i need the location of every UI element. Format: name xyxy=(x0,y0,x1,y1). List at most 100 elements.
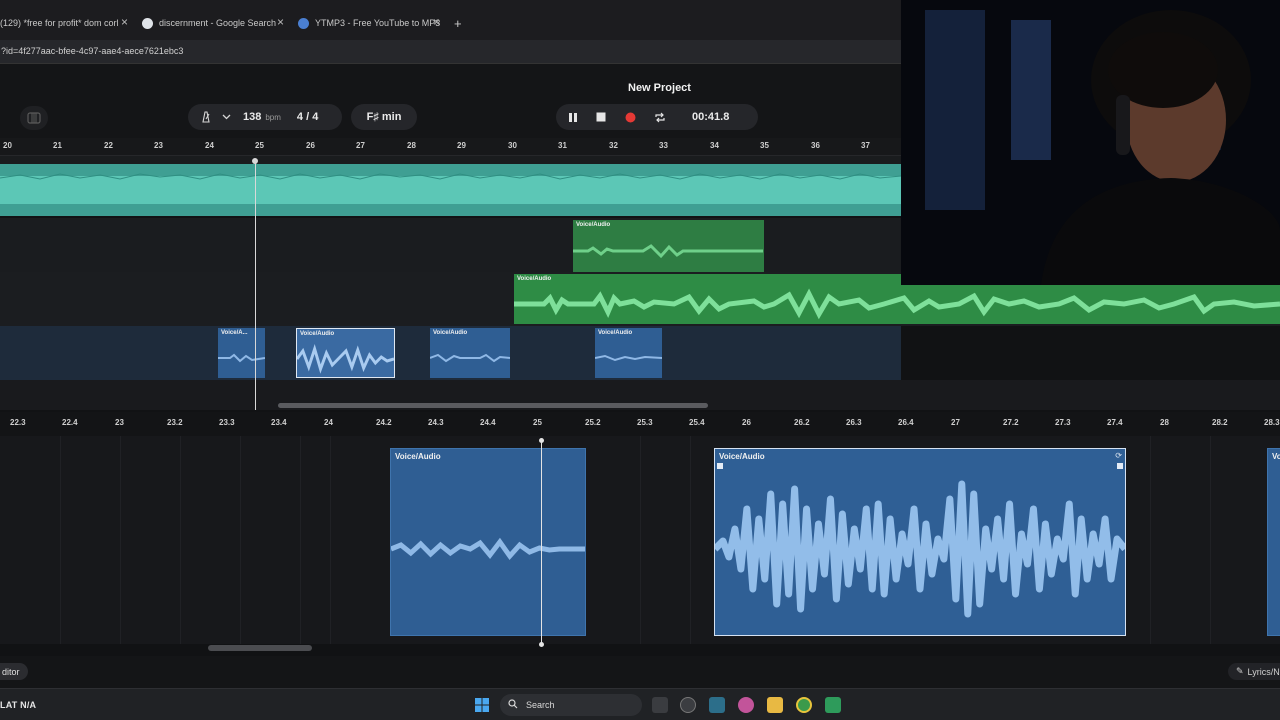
editor-scrollbar[interactable] xyxy=(208,645,312,651)
bar-number: 31 xyxy=(558,141,567,150)
gridline xyxy=(640,436,641,644)
gridline xyxy=(1210,436,1211,644)
tick-label: 27.2 xyxy=(1003,418,1019,427)
playhead-handle[interactable] xyxy=(252,158,258,164)
time-display: 00:41.8 xyxy=(692,111,730,123)
record-icon[interactable] xyxy=(625,112,636,123)
editor-ruler[interactable]: 22.3 22.4 23 23.2 23.3 23.4 24 24.2 24.3… xyxy=(0,412,1280,436)
browser-tab-bar: (129) *free for profit* dom corl × disce… xyxy=(0,0,901,40)
chrome-icon[interactable] xyxy=(796,697,812,713)
tick-label: 24.2 xyxy=(376,418,392,427)
waveform xyxy=(514,288,1280,320)
time-signature[interactable]: 4 / 4 xyxy=(297,111,318,123)
loop-icon[interactable] xyxy=(654,112,666,123)
tick-label: 23.2 xyxy=(167,418,183,427)
editor-clip[interactable]: Voice/Audio xyxy=(390,448,586,636)
vocal-clip-selected[interactable]: Voice/Audio xyxy=(296,328,395,378)
bar-number: 26 xyxy=(306,141,315,150)
tick-label: 28.3 xyxy=(1264,418,1280,427)
new-tab-button[interactable]: + xyxy=(454,12,466,34)
key-selector[interactable]: F♯ min xyxy=(351,104,417,130)
pencil-icon: ✎ xyxy=(1236,666,1244,676)
timeline-scrollbar[interactable] xyxy=(278,403,708,408)
gridline xyxy=(300,436,301,644)
gridline xyxy=(120,436,121,644)
clip-label: Voice/Audio xyxy=(576,222,611,228)
tick-label: 23 xyxy=(115,418,124,427)
webcam-overlay xyxy=(901,0,1280,285)
audio-editor[interactable]: Voice/Audio Voice/Audio ⟳ Voice/Audio xyxy=(0,436,1280,644)
piano-icon xyxy=(27,112,41,124)
tick-label: 24 xyxy=(324,418,333,427)
app-header: New Project 138 bpm 4 / 4 F♯ min 00:41.8 xyxy=(0,64,901,140)
tick-label: 24.3 xyxy=(428,418,444,427)
bar-number: 24 xyxy=(205,141,214,150)
pause-icon[interactable] xyxy=(568,112,578,123)
bar-number: 30 xyxy=(508,141,517,150)
piano-keys-button[interactable] xyxy=(20,106,48,130)
browser-tab-3[interactable]: YTMP3 - Free YouTube to MP3 × xyxy=(298,12,440,34)
track-beat xyxy=(0,156,901,216)
gridline xyxy=(1150,436,1151,644)
bpm-value[interactable]: 138 xyxy=(243,111,261,123)
clip-label: Voice/Audio xyxy=(1272,452,1280,461)
bar-number: 34 xyxy=(710,141,719,150)
bar-number: 21 xyxy=(53,141,62,150)
tick-label: 26.4 xyxy=(898,418,914,427)
bar-number: 37 xyxy=(861,141,870,150)
editor-clip-partial[interactable]: Voice/Audio xyxy=(1267,448,1280,636)
metronome-icon[interactable] xyxy=(200,111,212,123)
beat-clip[interactable] xyxy=(0,164,901,216)
search-icon xyxy=(508,699,518,711)
close-tab-icon[interactable]: × xyxy=(277,15,284,29)
timeline-ruler[interactable]: 20 21 22 23 24 25 26 27 28 29 30 31 32 3… xyxy=(0,138,901,156)
tick-label: 25.2 xyxy=(585,418,601,427)
windows-start-icon[interactable] xyxy=(474,697,490,713)
waveform xyxy=(297,344,394,374)
app-4k-icon[interactable] xyxy=(680,697,696,713)
task-view-icon[interactable] xyxy=(652,697,668,713)
person-webcam-image xyxy=(901,0,1280,285)
vocal-clip[interactable]: Voice/Audio xyxy=(595,328,662,378)
app-icon[interactable] xyxy=(825,697,841,713)
stop-icon[interactable] xyxy=(596,112,606,122)
project-title[interactable]: New Project xyxy=(628,82,691,94)
tick-label: 25.3 xyxy=(637,418,653,427)
chevron-down-icon[interactable] xyxy=(222,114,231,120)
vocal-clip[interactable]: Voice/A... xyxy=(218,328,265,378)
playhead-bottom-handle[interactable] xyxy=(539,642,544,647)
waveform xyxy=(715,480,1125,618)
clip-label: Voice/Audio xyxy=(598,330,633,336)
bar-number: 25 xyxy=(255,141,264,150)
bar-number: 20 xyxy=(3,141,12,150)
waveform xyxy=(595,354,662,362)
app-icon[interactable] xyxy=(709,697,725,713)
browser-tab-1[interactable]: (129) *free for profit* dom corl × xyxy=(0,12,128,34)
file-explorer-icon[interactable] xyxy=(767,697,783,713)
editor-tab[interactable]: ditor xyxy=(0,663,28,680)
browser-tab-2[interactable]: discernment - Google Search × xyxy=(142,12,284,34)
clip-label: Voice/Audio xyxy=(433,330,468,336)
gridline xyxy=(240,436,241,644)
tick-label: 23.3 xyxy=(219,418,235,427)
vocal-clip[interactable]: Voice/Audio xyxy=(573,220,764,272)
editor-clip-selected[interactable]: Voice/Audio ⟳ xyxy=(714,448,1126,636)
playhead[interactable] xyxy=(255,160,256,410)
vocal-clip[interactable]: Voice/Audio xyxy=(430,328,510,378)
tick-label: 27.3 xyxy=(1055,418,1071,427)
taskbar-search[interactable]: Search xyxy=(500,694,642,716)
editor-playhead[interactable] xyxy=(541,440,542,645)
bar-number: 32 xyxy=(609,141,618,150)
lyrics-button[interactable]: ✎ Lyrics/N xyxy=(1228,663,1280,680)
tick-label: 26 xyxy=(742,418,751,427)
copilot-icon[interactable] xyxy=(738,697,754,713)
address-bar[interactable]: ?id=4f277aac-bfee-4c97-aae4-aece7621ebc3 xyxy=(0,40,901,64)
google-favicon-icon xyxy=(142,17,153,29)
playhead-top-handle[interactable] xyxy=(539,438,544,443)
close-tab-icon[interactable]: × xyxy=(433,15,440,29)
bar-number: 23 xyxy=(154,141,163,150)
close-tab-icon[interactable]: × xyxy=(121,15,128,29)
weather-widget[interactable]: LAT N/A xyxy=(0,700,36,710)
tab-title: (129) *free for profit* dom corl xyxy=(0,18,119,28)
tick-label: 27.4 xyxy=(1107,418,1123,427)
